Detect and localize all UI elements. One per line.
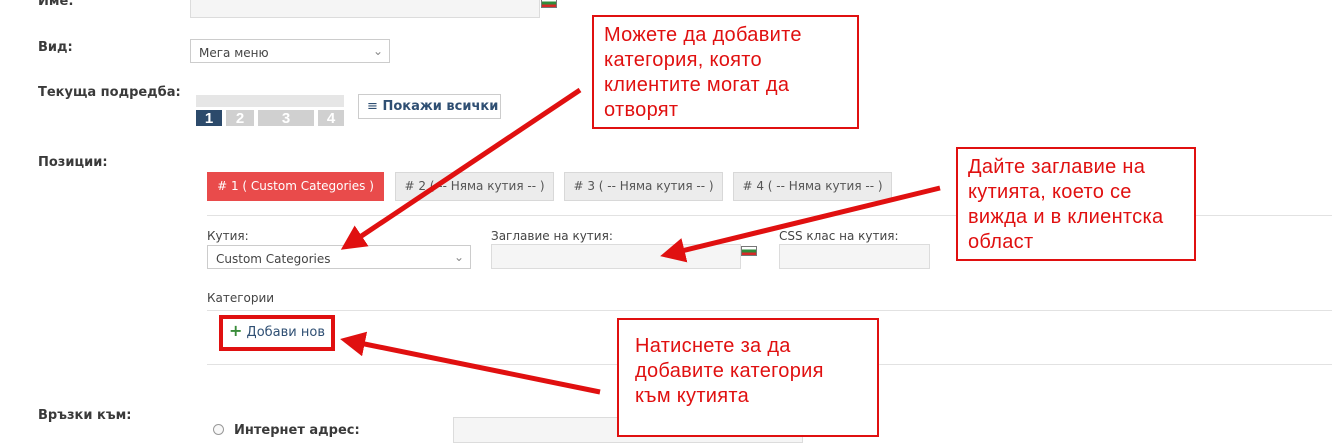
arrow-to-add-new [340, 331, 601, 395]
arrow-to-box-title [660, 185, 941, 263]
arrow-to-box-select [340, 87, 582, 250]
annotation-note-add: Натиснете за да добавите категория към к… [617, 318, 879, 437]
annotation-note-category: Можете да добавите категория, която клие… [592, 15, 859, 129]
annotation-note-title: Дайте заглавие на кутията, което се вижд… [956, 147, 1196, 261]
